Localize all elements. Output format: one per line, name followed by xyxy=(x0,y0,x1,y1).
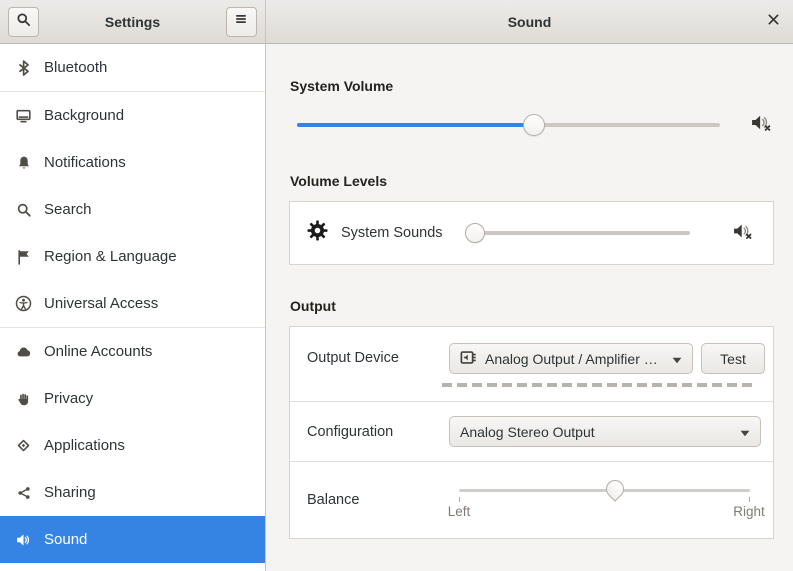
sidebar-item-label: Privacy xyxy=(44,390,94,407)
output-card: Output Device Analog Output / Amplifier … xyxy=(289,326,774,539)
flag-icon xyxy=(14,249,33,265)
sidebar-item-label: Search xyxy=(44,201,92,218)
search-button[interactable] xyxy=(8,6,39,37)
chevron-down-icon xyxy=(672,351,682,367)
sidebar-item-notifications[interactable]: Notifications xyxy=(0,139,265,186)
settings-panel-list: Bluetooth Background Notifications Searc… xyxy=(0,44,265,571)
close-button[interactable] xyxy=(767,0,780,43)
output-device-label: Output Device xyxy=(307,350,399,366)
gear-icon xyxy=(307,220,328,246)
hand-icon xyxy=(14,391,33,407)
main-headerbar: Sound xyxy=(266,0,793,44)
left-tick-mark xyxy=(459,497,460,502)
sound-panel-content: System Volume Volume Levels System Sound… xyxy=(266,44,793,571)
sidebar-item-background[interactable]: Background xyxy=(0,92,265,139)
configuration-value: Analog Stereo Output xyxy=(460,423,595,440)
accessibility-icon xyxy=(14,295,33,312)
sound-panel: Sound System Volume Volume Levels System… xyxy=(266,0,793,571)
sidebar-item-sound[interactable]: Sound xyxy=(0,516,265,563)
slider-handle[interactable] xyxy=(464,223,485,243)
system-volume-row xyxy=(289,111,774,139)
speaker-icon xyxy=(14,532,33,548)
test-button[interactable]: Test xyxy=(701,343,765,374)
slider-fill xyxy=(297,123,534,127)
sidebar-item-sharing[interactable]: Sharing xyxy=(0,469,265,516)
sidebar-item-label: Sharing xyxy=(44,484,96,501)
share-icon xyxy=(14,485,33,501)
sidebar-item-applications[interactable]: Applications xyxy=(0,422,265,469)
sidebar-item-online-accounts[interactable]: Online Accounts xyxy=(0,328,265,375)
slider-handle[interactable] xyxy=(522,114,545,136)
close-icon xyxy=(767,13,780,31)
output-device-row: Output Device Analog Output / Amplifier … xyxy=(290,327,773,401)
balance-min-label: Left xyxy=(447,504,471,519)
slider-handle[interactable] xyxy=(601,476,628,502)
volume-levels-card: System Sounds xyxy=(289,201,774,265)
chevron-down-icon xyxy=(740,424,750,440)
peak-level-meter xyxy=(442,383,754,387)
configuration-dropdown[interactable]: Analog Stereo Output xyxy=(449,416,761,447)
output-device-control-line: Analog Output / Amplifier … Test xyxy=(449,343,765,374)
sidebar-item-bluetooth[interactable]: Bluetooth xyxy=(0,44,265,91)
sidebar-item-label: Background xyxy=(44,107,125,124)
gnome-settings-window: Settings Bluetooth Background Notificati… xyxy=(0,0,793,571)
slider-track[interactable] xyxy=(465,231,690,235)
display-icon xyxy=(14,108,33,124)
audio-card-icon xyxy=(460,349,477,369)
sidebar: Settings Bluetooth Background Notificati… xyxy=(0,0,266,571)
bluetooth-icon xyxy=(14,59,33,76)
output-device-value: Analog Output / Amplifier … xyxy=(485,350,658,367)
menu-button[interactable] xyxy=(225,6,257,37)
output-device-dropdown[interactable]: Analog Output / Amplifier … xyxy=(449,343,693,374)
sidebar-item-universal-access[interactable]: Universal Access xyxy=(0,280,265,327)
system-sounds-label: System Sounds xyxy=(341,225,443,241)
sidebar-item-region-language[interactable]: Region & Language xyxy=(0,233,265,280)
speaker-muted-icon xyxy=(733,222,754,245)
output-heading: Output xyxy=(290,298,336,314)
right-tick-mark xyxy=(749,497,750,502)
mute-toggle-button[interactable] xyxy=(749,113,774,137)
sidebar-item-label: Region & Language xyxy=(44,248,177,265)
balance-row: Balance Left Right xyxy=(290,461,773,538)
balance-label: Balance xyxy=(307,492,360,508)
balance-slider[interactable]: Left Right xyxy=(447,476,765,524)
system-volume-heading: System Volume xyxy=(290,78,394,94)
sidebar-item-label: Universal Access xyxy=(44,295,159,312)
output-device-controls: Analog Output / Amplifier … Test xyxy=(442,343,765,387)
sidebar-item-label: Bluetooth xyxy=(44,59,108,76)
balance-max-label: Right xyxy=(733,504,765,519)
search-icon xyxy=(16,12,31,32)
sidebar-item-search[interactable]: Search xyxy=(0,186,265,233)
configuration-row: Configuration Analog Stereo Output xyxy=(290,401,773,461)
system-volume-slider[interactable] xyxy=(297,112,720,138)
volume-levels-heading: Volume Levels xyxy=(290,173,388,189)
cloud-icon xyxy=(14,344,33,360)
system-sounds-slider[interactable] xyxy=(464,222,690,244)
configuration-label: Configuration xyxy=(307,423,394,440)
sidebar-item-label: Notifications xyxy=(44,154,126,171)
panel-title: Sound xyxy=(507,13,552,30)
search-icon xyxy=(14,202,33,218)
sidebar-headerbar: Settings xyxy=(0,0,265,44)
speaker-muted-icon xyxy=(751,113,773,137)
mute-toggle-button[interactable] xyxy=(731,222,756,245)
sidebar-item-privacy[interactable]: Privacy xyxy=(0,375,265,422)
sidebar-item-label: Online Accounts xyxy=(44,343,153,360)
bell-icon xyxy=(14,155,33,171)
system-sounds-row: System Sounds xyxy=(290,202,773,264)
sidebar-item-label: Applications xyxy=(44,437,125,454)
applications-icon xyxy=(14,437,33,454)
sidebar-title: Settings xyxy=(104,13,161,30)
hamburger-menu-icon xyxy=(234,12,248,31)
sidebar-item-label: Sound xyxy=(44,531,88,548)
balance-handle-area xyxy=(459,476,750,504)
